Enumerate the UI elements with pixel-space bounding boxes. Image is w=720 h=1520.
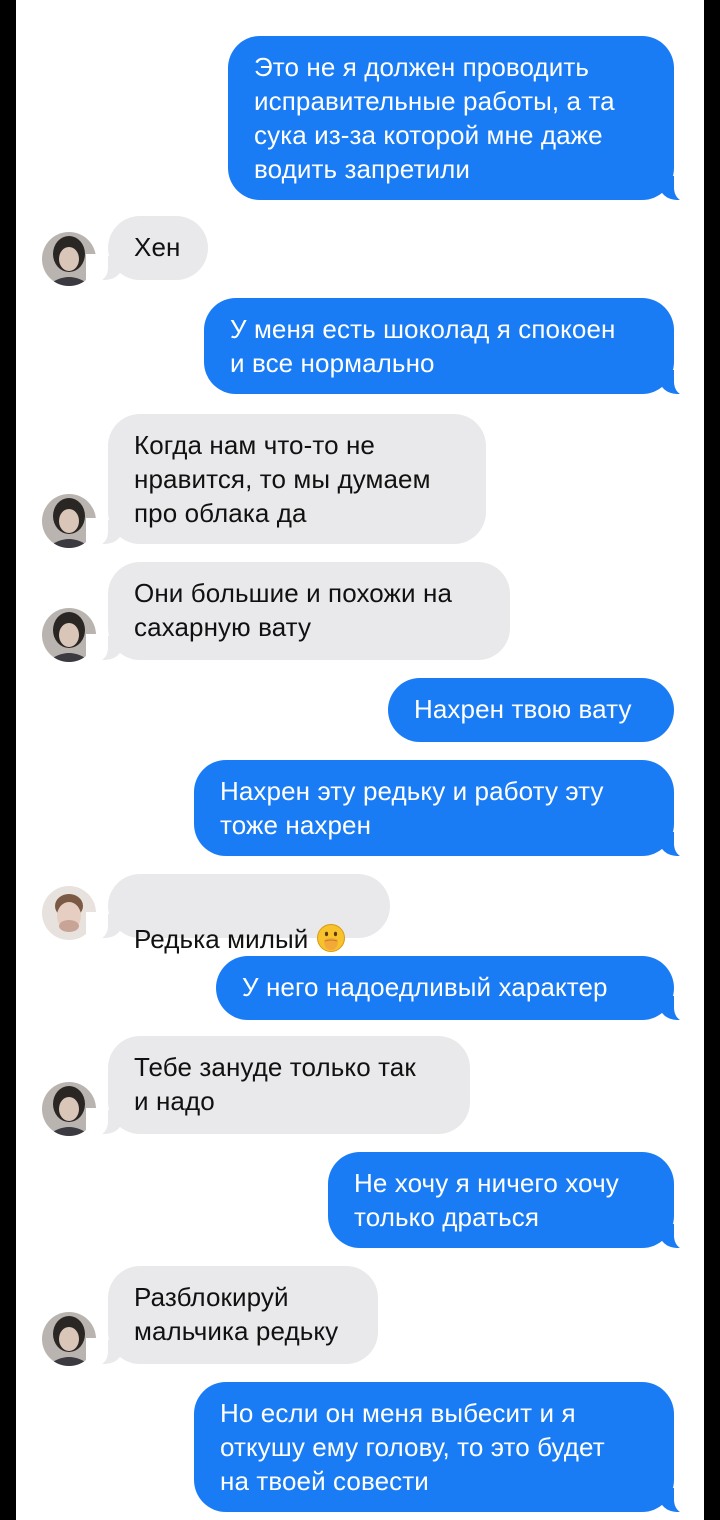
message-text: Редька милый (134, 924, 309, 954)
message-bubble-incoming[interactable]: Когда нам что-то не нравится, то мы дума… (86, 414, 486, 546)
message-bubble-incoming[interactable]: Разблокируй мальчика редьку (86, 1266, 378, 1366)
message-bubble-incoming[interactable]: Тебе зануде только так и надо (86, 1036, 470, 1136)
message-bubble-outgoing[interactable]: Не хочу я ничего хочу только драться (328, 1152, 696, 1250)
message-bubble-incoming[interactable]: Хен (86, 216, 208, 282)
message-bubble-outgoing[interactable]: Но если он меня выбесит и я откушу ему г… (194, 1382, 696, 1514)
message-bubble-outgoing[interactable]: Нахрен эту редьку и работу эту тоже нахр… (194, 760, 696, 858)
message-bubble-incoming[interactable]: Они большие и похожи на сахарную вату (86, 562, 510, 662)
chat-transcript[interactable]: Это не я должен проводить исправительные… (16, 0, 704, 1520)
message-bubble-outgoing[interactable]: У него надоедливый характер (216, 956, 696, 1022)
face-with-hand-over-mouth-icon (316, 923, 346, 953)
message-bubble-outgoing[interactable]: Это не я должен проводить исправительные… (228, 36, 696, 202)
message-bubble-outgoing[interactable]: Нахрен твою вату (388, 678, 674, 742)
message-bubble-outgoing[interactable]: У меня есть шоколад я спокоен и все норм… (204, 298, 696, 396)
message-bubble-incoming[interactable]: Редька милый (86, 874, 390, 954)
